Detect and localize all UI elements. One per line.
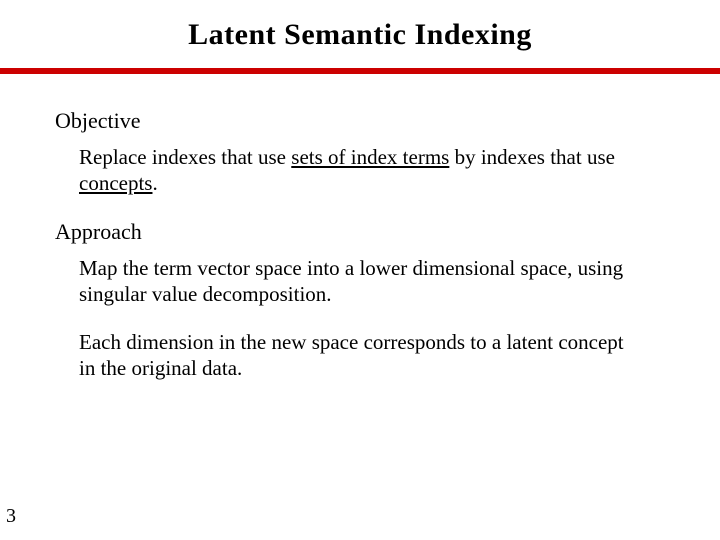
slide-title: Latent Semantic Indexing xyxy=(30,18,690,52)
approach-paragraph-1: Map the term vector space into a lower d… xyxy=(79,255,639,308)
approach-heading: Approach xyxy=(55,219,665,245)
text-fragment: . xyxy=(152,171,157,195)
page-number: 3 xyxy=(6,505,16,528)
underline-phrase: concepts xyxy=(79,171,152,195)
text-fragment: by indexes that use xyxy=(449,145,615,169)
approach-paragraph-2: Each dimension in the new space correspo… xyxy=(79,329,639,382)
underline-phrase: sets of index terms xyxy=(291,145,449,169)
slide-content: Objective Replace indexes that use sets … xyxy=(30,74,690,382)
objective-heading: Objective xyxy=(55,108,665,134)
objective-paragraph: Replace indexes that use sets of index t… xyxy=(79,144,639,197)
text-fragment: Replace indexes that use xyxy=(79,145,291,169)
slide: Latent Semantic Indexing Objective Repla… xyxy=(0,0,720,540)
